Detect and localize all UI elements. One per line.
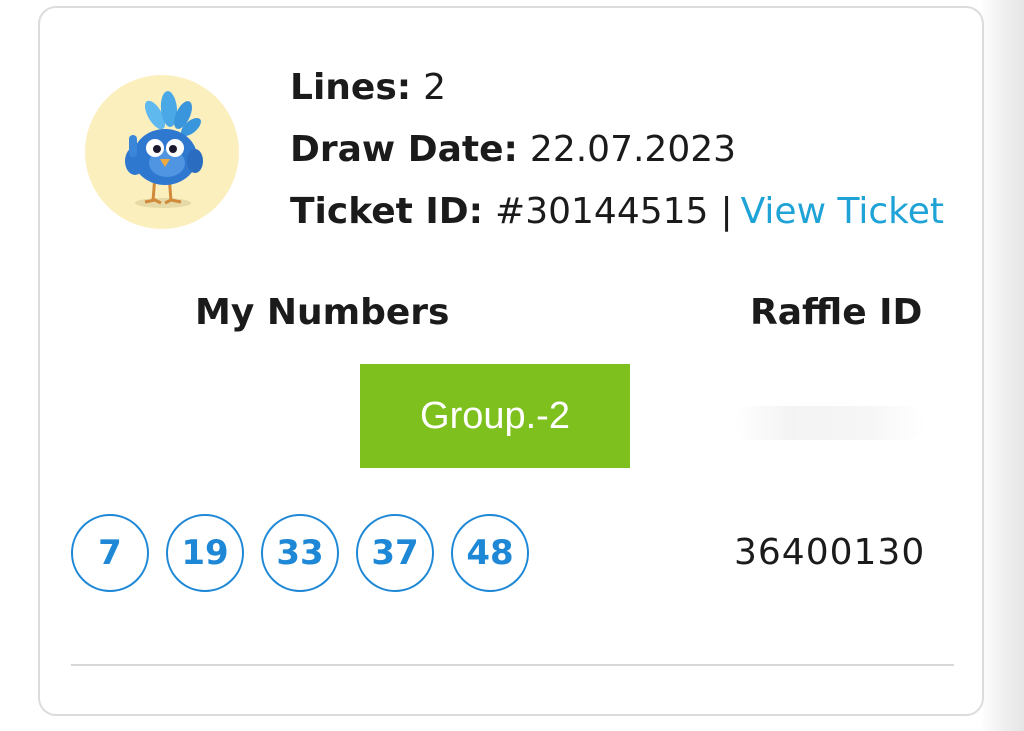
raffle-id-heading: Raffle ID <box>750 292 923 333</box>
raffle-id-value: 36400130 <box>734 532 926 573</box>
view-ticket-link[interactable]: View Ticket <box>741 191 944 232</box>
number-balls: 7 19 33 37 48 <box>71 514 546 592</box>
ticket-id-label: Ticket ID: <box>290 191 484 232</box>
number-ball: 7 <box>71 514 149 592</box>
card-divider <box>71 664 954 666</box>
lines-row: Lines: 2 <box>290 66 446 110</box>
lines-label: Lines: <box>290 67 412 108</box>
draw-date-label: Draw Date: <box>290 129 518 170</box>
mascot-avatar <box>85 75 239 229</box>
ticket-card: Lines: 2 Draw Date: 22.07.2023 Ticket ID: #… <box>38 6 984 716</box>
number-ball: 37 <box>356 514 434 592</box>
ticket-id-row: Ticket ID: #30144515 | View Ticket <box>290 190 944 234</box>
lines-value: 2 <box>423 67 447 108</box>
draw-date-row: Draw Date: 22.07.2023 <box>290 128 736 172</box>
number-ball: 48 <box>451 514 529 592</box>
number-ball: 19 <box>166 514 244 592</box>
page-edge-shade <box>980 0 1024 731</box>
my-numbers-heading: My Numbers <box>195 292 450 333</box>
ticket-id-separator: | <box>720 191 733 232</box>
bird-mascot-thumbs-up-icon <box>125 91 203 208</box>
draw-date-value: 22.07.2023 <box>529 129 737 170</box>
ticket-id-value: #30144515 <box>495 191 709 232</box>
group-badge: Group.-2 <box>360 364 630 468</box>
number-ball: 33 <box>261 514 339 592</box>
redacted-area <box>735 406 925 440</box>
